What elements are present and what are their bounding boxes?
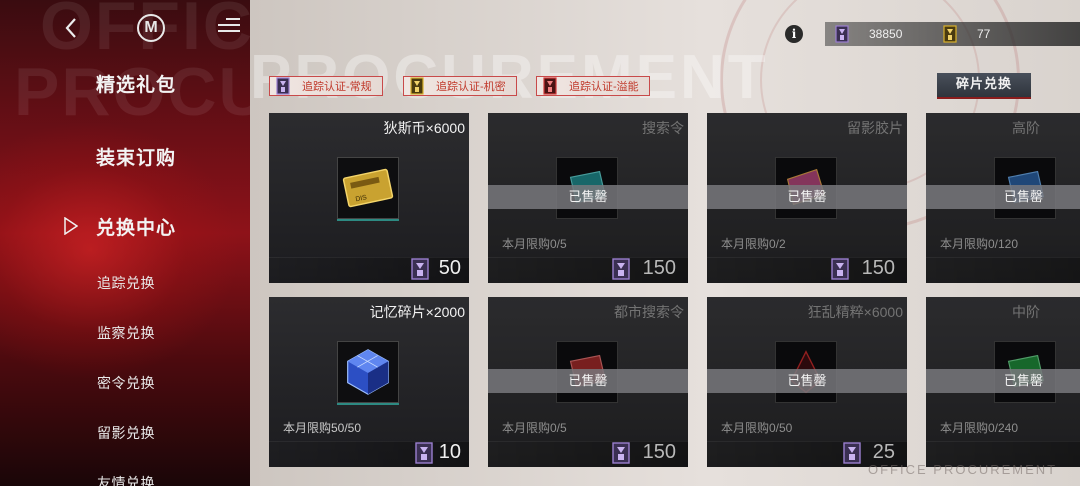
- card-limit: 本月限购0/240: [940, 421, 1019, 435]
- tracking-cert-standard-icon: [415, 442, 433, 464]
- logo-icon[interactable]: M: [137, 14, 165, 42]
- tracking-cert-classified-icon: [410, 77, 424, 95]
- nav-sub-friendship-exchange[interactable]: 友情兑换: [97, 473, 155, 486]
- card-price: 150: [642, 257, 676, 279]
- card-thumbnail: [337, 341, 399, 403]
- thumbnail-underline: [337, 403, 399, 405]
- shop-card[interactable]: 狄斯币×6000 DIS 50: [269, 113, 469, 283]
- footer-watermark: OFFICE PROCUREMENT: [868, 462, 1058, 477]
- sold-out-banner: 已售罄: [488, 369, 688, 393]
- shop-card[interactable]: 高阶 已售罄 本月限购0/120: [926, 113, 1080, 283]
- card-price: 150: [861, 257, 895, 279]
- card-title: 狄斯币×6000: [383, 120, 465, 136]
- memory-fragment-cube-icon: [347, 349, 389, 395]
- dis-coin-icon: DIS: [342, 168, 394, 208]
- card-limit: 本月限购0/5: [502, 237, 567, 251]
- card-price: 10: [438, 441, 461, 463]
- card-limit: 本月限购0/120: [940, 237, 1019, 251]
- shop-card[interactable]: 狂乱精粹×6000 已售罄 本月限购0/50 25: [707, 297, 907, 467]
- sold-out-banner: 已售罄: [707, 369, 907, 393]
- nav-sub-record-exchange[interactable]: 留影兑换: [97, 423, 155, 443]
- filter-tag-overflow[interactable]: 追踪认证-溢能: [536, 76, 650, 96]
- card-price: 50: [438, 257, 461, 279]
- currency-classified: 77: [943, 24, 990, 44]
- card-price: 25: [872, 441, 895, 463]
- tracking-cert-standard-icon: [612, 442, 630, 464]
- card-limit: 本月限购0/2: [721, 237, 786, 251]
- sold-out-banner: 已售罄: [488, 185, 688, 209]
- filter-tag-label: 追踪认证-溢能: [569, 81, 639, 93]
- sold-out-banner: 已售罄: [926, 185, 1080, 209]
- back-arrow-icon[interactable]: [60, 16, 84, 40]
- shop-card[interactable]: 搜索令 已售罄 本月限购0/5 150: [488, 113, 688, 283]
- filter-tag-label: 追踪认证-常规: [302, 81, 372, 93]
- card-limit: 本月限购50/50: [283, 421, 362, 435]
- main-panel: PROCUREMENT i 38850 77 追踪认证-常规: [250, 0, 1080, 486]
- filter-tag-label: 追踪认证-机密: [436, 81, 506, 93]
- card-limit: 本月限购0/5: [502, 421, 567, 435]
- tracking-cert-standard-icon: [843, 442, 861, 464]
- fragment-exchange-button[interactable]: 碎片兑换: [937, 73, 1031, 99]
- menu-icon[interactable]: [218, 18, 240, 38]
- card-price-bar: [926, 257, 1080, 283]
- nav-featured-packs[interactable]: 精选礼包: [96, 70, 176, 97]
- tracking-cert-standard-icon: [411, 258, 429, 280]
- nav-outfit-order[interactable]: 装束订购: [96, 143, 176, 170]
- nav-sub-supervision-exchange[interactable]: 监察兑换: [97, 323, 155, 343]
- currency-standard-amount: 38850: [869, 27, 903, 41]
- shop-card[interactable]: 都市搜索令 已售罄 本月限购0/5 150: [488, 297, 688, 467]
- tracking-cert-standard-icon: [276, 77, 290, 95]
- shop-card[interactable]: 留影胶片 已售罄 本月限购0/2 150: [707, 113, 907, 283]
- sold-out-banner: 已售罄: [926, 369, 1080, 393]
- active-indicator-icon: [64, 217, 78, 235]
- tracking-cert-classified-icon: [943, 25, 957, 43]
- info-icon[interactable]: i: [785, 25, 803, 43]
- card-title: 记忆碎片×2000: [369, 304, 465, 320]
- nav-exchange-center[interactable]: 兑换中心: [96, 213, 176, 240]
- sidebar: OFFICE PROCUREMENT M 精选礼包 装束订购 兑换中心 追踪兑换…: [0, 0, 250, 486]
- sold-out-banner: 已售罄: [707, 185, 907, 209]
- shop-card[interactable]: 中阶 已售罄 本月限购0/240: [926, 297, 1080, 467]
- filter-tag-standard[interactable]: 追踪认证-常规: [269, 76, 383, 96]
- top-icon-bar: M: [0, 12, 250, 46]
- currency-classified-amount: 77: [977, 27, 991, 41]
- thumbnail-underline: [337, 219, 399, 221]
- filter-tag-classified[interactable]: 追踪认证-机密: [403, 76, 517, 96]
- tracking-cert-standard-icon: [835, 25, 849, 43]
- currency-standard: 38850: [835, 24, 902, 44]
- currency-bar: 38850 77: [825, 22, 1080, 46]
- tracking-cert-standard-icon: [612, 258, 630, 280]
- nav-sub-tracking-exchange[interactable]: 追踪兑换: [97, 273, 155, 293]
- tracking-cert-standard-icon: [831, 258, 849, 280]
- nav-sub-cipher-exchange[interactable]: 密令兑换: [97, 373, 155, 393]
- shop-card[interactable]: 记忆碎片×2000 本月限购50/50 10: [269, 297, 469, 467]
- card-limit: 本月限购0/50: [721, 421, 793, 435]
- card-price: 150: [642, 441, 676, 463]
- card-thumbnail: DIS: [337, 157, 399, 219]
- tracking-cert-overflow-icon: [543, 77, 557, 95]
